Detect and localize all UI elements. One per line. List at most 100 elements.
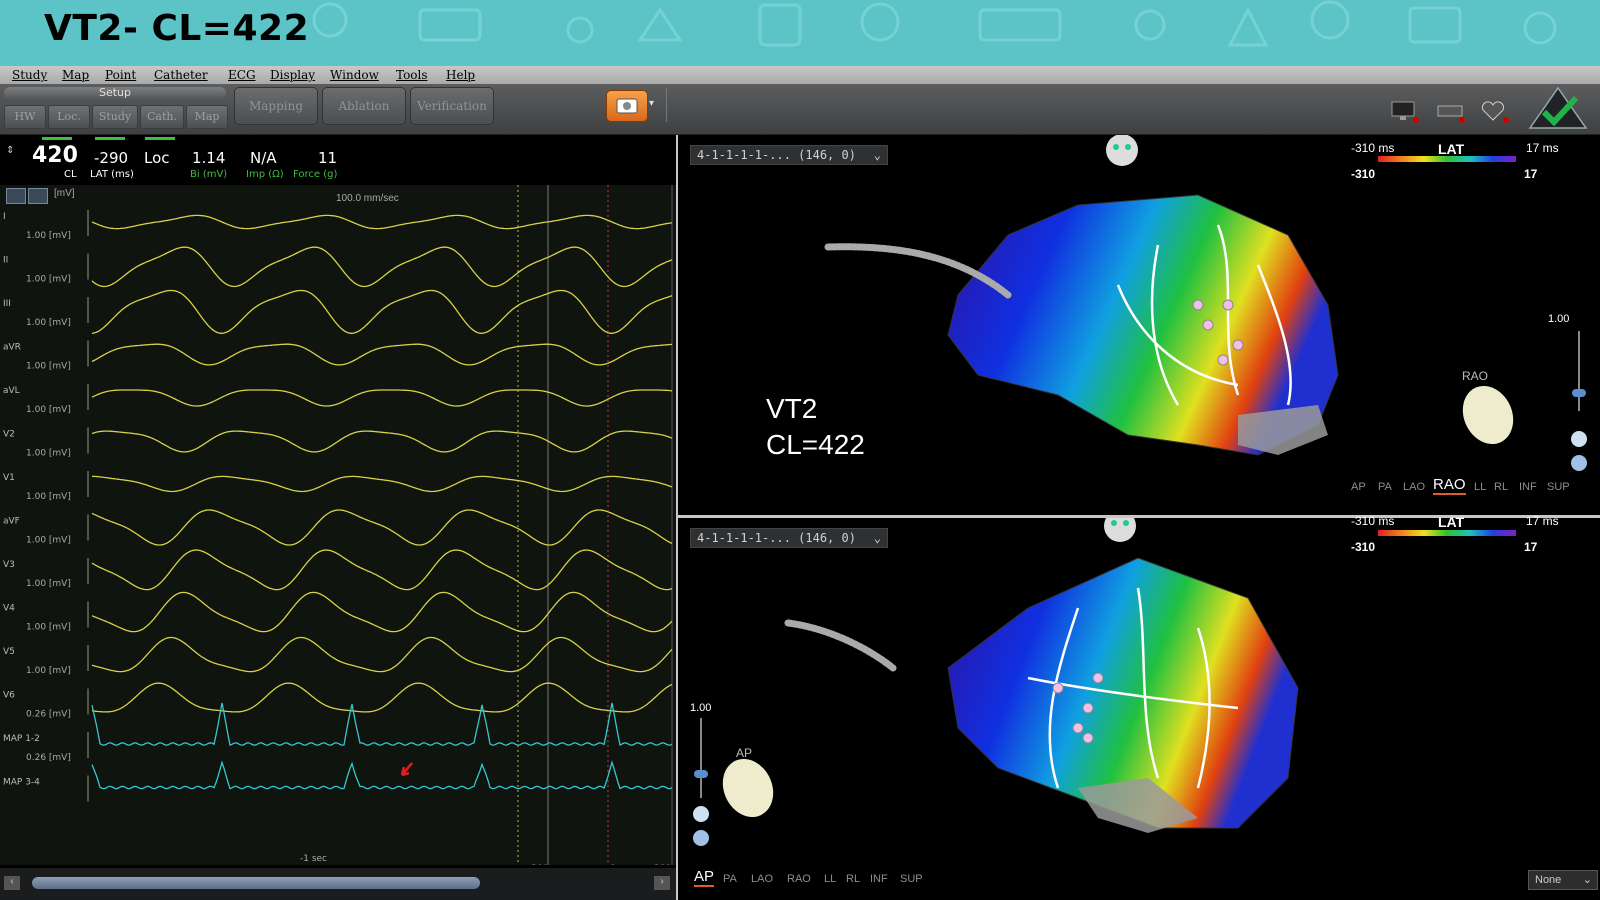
- ecg-panel: ⇕ 420 CL -290 LAT (ms) Loc 1.14 Bi (mV) …: [0, 135, 676, 900]
- mapping-button[interactable]: Mapping: [234, 87, 318, 125]
- lead-scale: 0.26 [mV]: [26, 710, 71, 720]
- orientation-label: RAO: [1462, 369, 1489, 383]
- lead-scale: 1.00 [mV]: [26, 666, 71, 676]
- cl-label: CL: [64, 169, 77, 180]
- reset-view-icon[interactable]: [693, 830, 709, 846]
- hw-button[interactable]: HW: [4, 105, 46, 129]
- menu-catheter[interactable]: Catheter: [154, 68, 208, 82]
- capture-button[interactable]: [606, 90, 648, 122]
- scroll-arrows-icon[interactable]: ⇕: [6, 145, 14, 156]
- view-ll[interactable]: LL: [824, 873, 836, 885]
- zoom-value: 1.00: [690, 702, 712, 714]
- lead-scale: 1.00 [mV]: [26, 318, 71, 328]
- camera-icon: [616, 98, 638, 114]
- view-rao[interactable]: RAO: [1433, 476, 1466, 495]
- view-rl[interactable]: RL: [846, 873, 860, 885]
- view-inf[interactable]: INF: [1519, 481, 1537, 493]
- view-ap[interactable]: AP: [694, 868, 715, 887]
- sweep-speed: 100.0 mm/sec: [336, 193, 399, 204]
- view-inf[interactable]: INF: [870, 873, 888, 885]
- scroll-left-button[interactable]: ‹: [4, 876, 20, 890]
- ecg-trace: [91, 760, 673, 790]
- ablation-point: [1217, 354, 1229, 366]
- toolbar-divider: [666, 88, 667, 122]
- view-ap[interactable]: AP: [1351, 481, 1366, 493]
- ablation-point: [1072, 722, 1084, 734]
- cl-value: 420: [32, 143, 78, 168]
- reset-view-icon[interactable]: [1571, 455, 1587, 471]
- loc-button[interactable]: Loc.: [48, 105, 90, 129]
- view-rao[interactable]: RAO: [787, 873, 811, 885]
- rotate-icon[interactable]: [1571, 431, 1587, 447]
- chevron-down-icon: ⌄: [1582, 874, 1592, 886]
- view-pa[interactable]: PA: [1378, 481, 1392, 493]
- imp-value: N/A: [250, 149, 277, 167]
- lat-max-label: 17 ms: [1526, 141, 1559, 155]
- patient-face-icon: [1104, 518, 1136, 542]
- ruler-tool-icon[interactable]: [28, 188, 48, 204]
- map-annotation: VT2 CL=422: [766, 391, 865, 463]
- study-button[interactable]: Study: [92, 105, 138, 129]
- anatomy-map-ap[interactable]: [678, 518, 1600, 900]
- view-lao[interactable]: LAO: [1403, 481, 1425, 493]
- lat-color-bar: [1378, 156, 1516, 162]
- lead-scale: 1.00 [mV]: [26, 536, 71, 546]
- zoom-slider[interactable]: [700, 718, 702, 798]
- scroll-thumb[interactable]: [32, 877, 480, 889]
- map-button[interactable]: Map: [186, 105, 228, 129]
- dropdown-label: None: [1535, 874, 1562, 886]
- lead-label: MAP 3-4: [3, 778, 40, 788]
- menu-display[interactable]: Display: [270, 68, 315, 82]
- zoom-value: 1.00: [1548, 313, 1570, 325]
- map-panel-top[interactable]: 4-1-1-1-1-... (146, 0) ⌄ VT2 CL=422 -310 …: [678, 135, 1600, 515]
- rotate-icon[interactable]: [693, 806, 709, 822]
- view-sup[interactable]: SUP: [900, 873, 923, 885]
- zoom-slider[interactable]: [1578, 331, 1580, 411]
- ablation-point: [1092, 672, 1104, 684]
- menu-window[interactable]: Window: [330, 68, 379, 82]
- lead-label: V6: [3, 691, 15, 701]
- ecg-trace: [91, 246, 673, 288]
- time-label: -200: [528, 864, 549, 865]
- title-banner: VT2- CL=422: [0, 0, 1600, 66]
- menu-help[interactable]: Help: [446, 68, 475, 82]
- verification-button[interactable]: Verification: [410, 87, 494, 125]
- ablation-button[interactable]: Ablation: [322, 87, 406, 125]
- ecg-trace: [91, 591, 673, 633]
- heart-icon[interactable]: [1480, 100, 1510, 124]
- face-eye: [1113, 144, 1119, 150]
- ecg-trace: [91, 214, 673, 230]
- view-lao[interactable]: LAO: [751, 873, 773, 885]
- lead-label: MAP 1-2: [3, 734, 40, 744]
- scroll-right-button[interactable]: ›: [654, 876, 670, 890]
- view-ll[interactable]: LL: [1474, 481, 1486, 493]
- menu-map[interactable]: Map: [62, 68, 89, 82]
- lead-scale: 1.00 [mV]: [26, 405, 71, 415]
- caliper-tool-icon[interactable]: [6, 188, 26, 204]
- zoom-thumb[interactable]: [1572, 389, 1586, 397]
- menu-point[interactable]: Point: [105, 68, 136, 82]
- map-panel-bottom[interactable]: 4-1-1-1-1-... (146, 0) ⌄ -310 ms LAT 17 m…: [678, 514, 1600, 900]
- display-dropdown[interactable]: None ⌄: [1528, 870, 1598, 890]
- cath-button[interactable]: Cath.: [140, 105, 184, 129]
- chevron-down-icon[interactable]: ▾: [649, 98, 654, 109]
- lead-label: V3: [3, 560, 15, 570]
- monitor-icon[interactable]: [1390, 100, 1420, 124]
- time-label: 0 sec: [610, 864, 634, 865]
- system-icon[interactable]: [1436, 100, 1466, 124]
- zoom-thumb[interactable]: [694, 770, 708, 778]
- view-pa[interactable]: PA: [723, 873, 737, 885]
- menu-study[interactable]: Study: [12, 68, 47, 82]
- view-rl[interactable]: RL: [1494, 481, 1508, 493]
- ecg-strip[interactable]: I 1.00 [mV] II 1.00 [mV] III 1.00 [mV] aVR 1.00…: [0, 185, 676, 874]
- menu-tools[interactable]: Tools: [396, 68, 428, 82]
- menu-ecg[interactable]: ECG: [228, 68, 256, 82]
- lat-max-value: 17: [1524, 167, 1538, 181]
- ablation-point: [1222, 299, 1234, 311]
- view-sup[interactable]: SUP: [1547, 481, 1570, 493]
- orientation-heart-icon: [1462, 385, 1514, 445]
- ecg-scrollbar[interactable]: ‹ ›: [0, 868, 676, 900]
- checkmark-icon[interactable]: [1526, 86, 1590, 130]
- lead-label: I: [3, 212, 6, 222]
- time-label: -1 sec: [300, 854, 327, 864]
